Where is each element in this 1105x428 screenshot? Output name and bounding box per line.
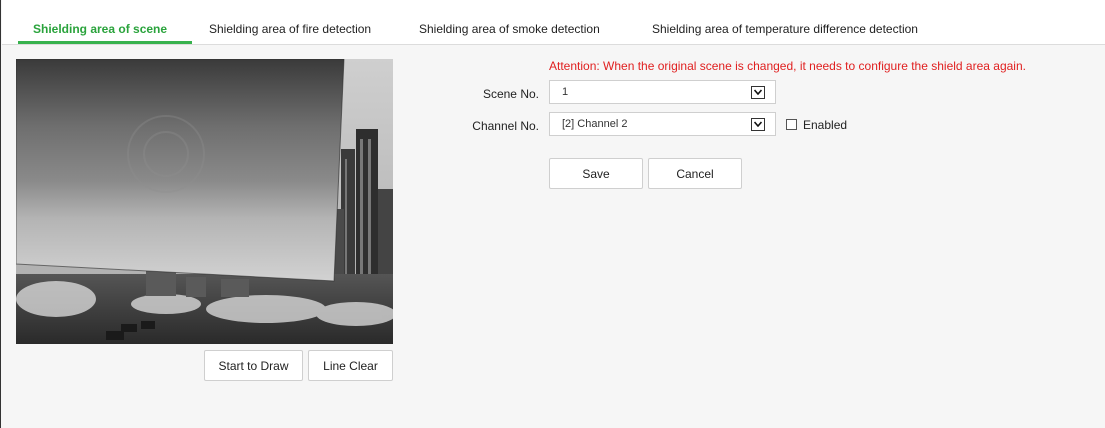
tab-bar: Shielding area of scene Shielding area o… [2,0,1105,45]
cancel-button[interactable]: Cancel [648,158,742,189]
channel-no-select[interactable]: [2] Channel 2 [549,112,776,136]
line-clear-button[interactable]: Line Clear [308,350,393,381]
attention-message: Attention: When the original scene is ch… [549,59,1026,73]
channel-no-value: [2] Channel 2 [562,118,628,130]
tab-shielding-temperature[interactable]: Shielding area of temperature difference… [652,22,918,36]
enabled-label: Enabled [803,118,848,132]
save-button[interactable]: Save [549,158,643,189]
enabled-checkbox[interactable] [786,119,797,130]
page-frame: Shielding area of scene Shielding area o… [0,0,1105,428]
channel-no-label: Channel No. [472,119,539,133]
scene-no-select[interactable]: 1 [549,80,776,104]
tab-shielding-scene[interactable]: Shielding area of scene [33,22,167,36]
chevron-down-icon [751,85,765,99]
active-tab-indicator [18,41,192,44]
tab-shielding-fire[interactable]: Shielding area of fire detection [209,22,371,36]
scene-no-label: Scene No. [482,87,539,101]
tab-shielding-smoke[interactable]: Shielding area of smoke detection [419,22,600,36]
thermal-video-canvas[interactable] [16,59,393,344]
thermal-image [16,59,393,344]
start-to-draw-button[interactable]: Start to Draw [204,350,303,381]
chevron-down-icon [751,117,765,131]
scene-no-value: 1 [562,86,569,98]
